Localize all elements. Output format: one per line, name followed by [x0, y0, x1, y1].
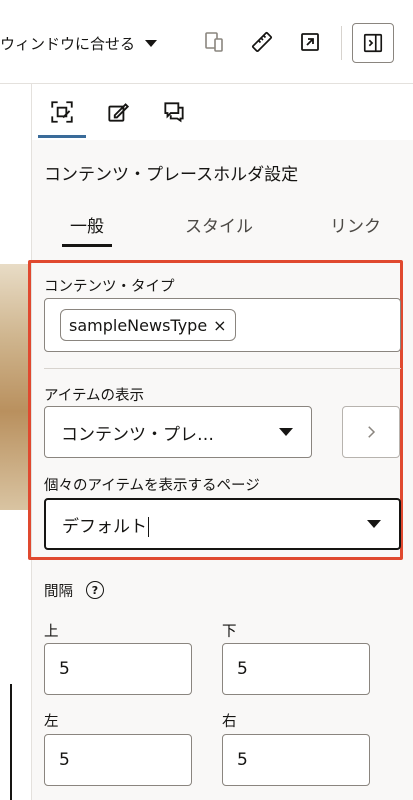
- chip-remove-icon[interactable]: ×: [213, 316, 226, 335]
- chevron-down-icon: [279, 428, 293, 436]
- tab-style[interactable]: スタイル: [185, 212, 253, 237]
- item-display-label: アイテムの表示: [44, 388, 145, 404]
- tab-comments[interactable]: [154, 90, 194, 134]
- spacing-bottom-label: 下: [222, 624, 237, 640]
- spacing-right-input[interactable]: 5: [222, 734, 370, 786]
- tab-edit-settings[interactable]: [98, 90, 138, 134]
- top-toolbar: ウィンドウに合せる: [0, 0, 413, 84]
- comments-icon: [164, 102, 184, 123]
- tab-content-placeholder[interactable]: [38, 90, 86, 138]
- spacing-left-label: 左: [44, 714, 59, 730]
- settings-panel: コンテンツ・プレースホルダ設定 一般 スタイル リンク コンテンツ・タイプ sa…: [28, 84, 413, 800]
- text-cursor: [148, 516, 149, 537]
- chevron-down-icon: [145, 39, 158, 47]
- panel-toggle-icon: [363, 33, 383, 53]
- settings-tabs: 一般 スタイル リンク: [32, 204, 413, 248]
- zoom-fit-select[interactable]: ウィンドウに合せる: [0, 30, 158, 56]
- spacing-top-label: 上: [44, 624, 59, 640]
- spacing-left-input[interactable]: 5: [44, 734, 192, 786]
- item-page-value: デフォルト: [62, 516, 147, 537]
- spacing-label: 間隔: [44, 584, 73, 600]
- chevron-down-icon: [367, 520, 381, 528]
- chip-label: sampleNewsType: [69, 315, 208, 335]
- content-type-chip: sampleNewsType ×: [60, 309, 236, 341]
- content-placeholder-icon: [51, 101, 73, 123]
- open-external-icon[interactable]: [296, 28, 324, 56]
- canvas-divider: [10, 684, 12, 800]
- item-display-select[interactable]: コンテンツ・プレ…: [44, 406, 312, 458]
- tab-general[interactable]: 一般: [62, 212, 112, 247]
- spacing-top-input[interactable]: 5: [44, 643, 192, 695]
- device-preview-icon[interactable]: [200, 28, 228, 56]
- zoom-fit-label: ウィンドウに合せる: [0, 34, 136, 53]
- spacing-bottom-input[interactable]: 5: [222, 643, 370, 695]
- item-page-select[interactable]: デフォルト: [44, 498, 401, 550]
- ruler-icon[interactable]: [248, 28, 276, 56]
- content-type-input[interactable]: sampleNewsType ×: [44, 298, 401, 352]
- panel-title: コンテンツ・プレースホルダ設定: [44, 165, 299, 185]
- help-icon[interactable]: ?: [86, 581, 104, 599]
- spacing-right-label: 右: [222, 714, 237, 730]
- content-type-label: コンテンツ・タイプ: [44, 279, 175, 295]
- item-page-label: 個々のアイテムを表示するページ: [44, 478, 260, 494]
- tab-link[interactable]: リンク: [330, 212, 381, 237]
- panel-icon-tabs: [32, 84, 413, 140]
- chevron-right-icon: [368, 426, 376, 438]
- panel-toggle-button[interactable]: [352, 23, 394, 63]
- toolbar-separator: [341, 26, 342, 60]
- canvas-image: [0, 264, 30, 510]
- edit-settings-icon: [108, 103, 130, 122]
- item-display-value: コンテンツ・プレ…: [61, 424, 214, 445]
- item-display-next-button[interactable]: [342, 406, 400, 458]
- section-divider: [44, 368, 401, 369]
